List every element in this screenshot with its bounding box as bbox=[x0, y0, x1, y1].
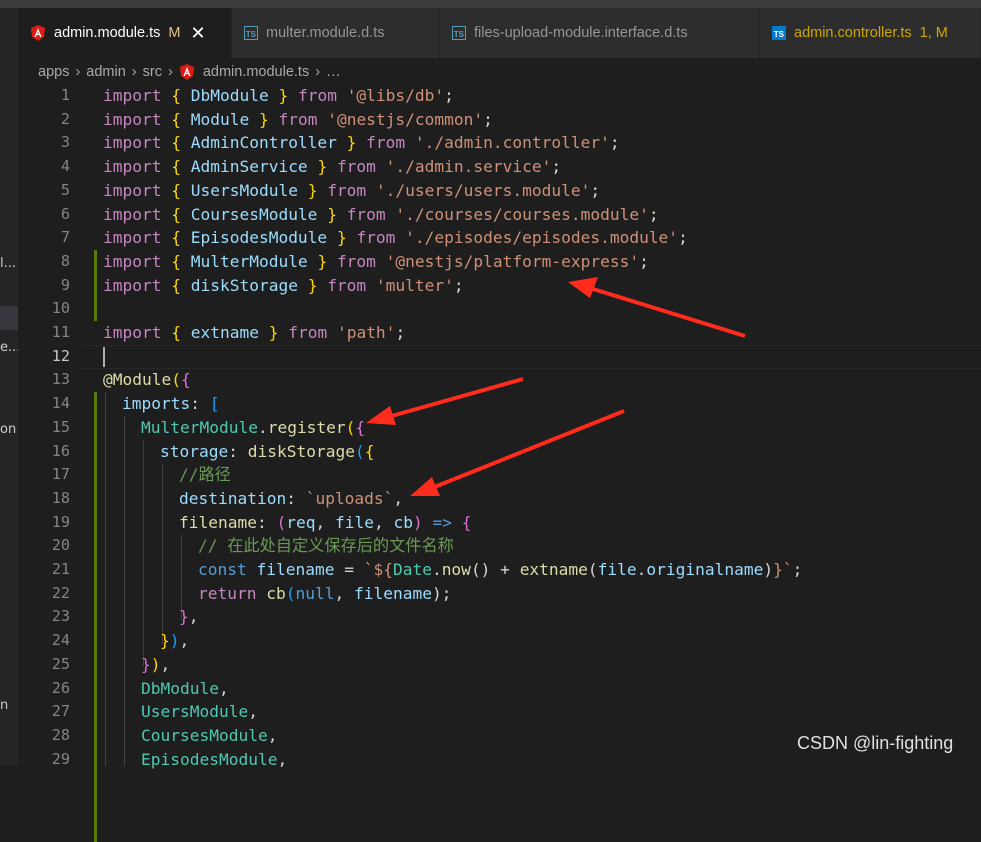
watermark: CSDN @lin-fighting bbox=[797, 733, 954, 753]
arrow-to-multer-import bbox=[568, 277, 746, 338]
arrow-to-destination bbox=[410, 409, 625, 496]
arrow-to-multer-register bbox=[366, 377, 524, 425]
annotation-arrows bbox=[366, 277, 746, 496]
